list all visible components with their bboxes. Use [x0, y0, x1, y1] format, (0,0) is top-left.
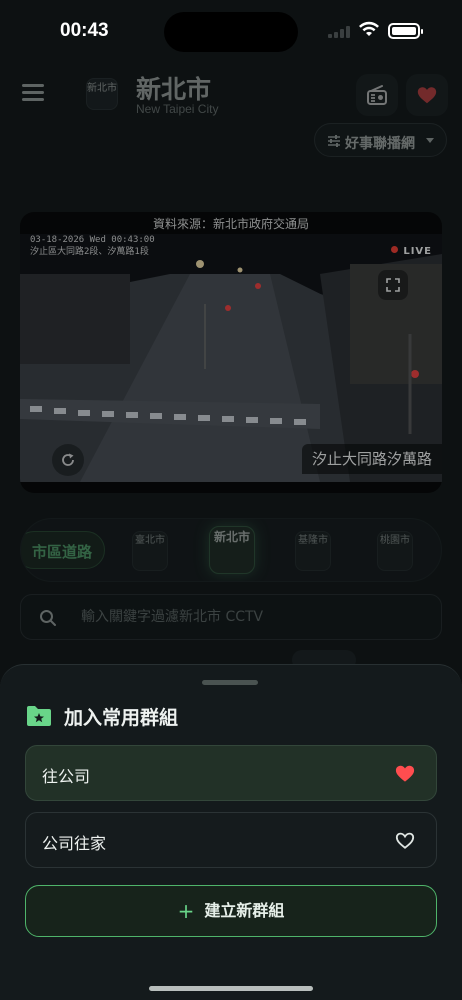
camera-overlay: 03-18-2026 Wed 00:43:00 汐止區大同路2段、汐萬路1段 [30, 234, 155, 258]
city-tabs-bar: 市區道路 臺北市 新北市 基隆市 桃園市 [20, 518, 442, 582]
create-group-button[interactable]: + 建立新群組 [25, 885, 437, 937]
group-item[interactable]: 公司往家 [25, 812, 437, 868]
dynamic-island [164, 12, 298, 52]
live-badge: LIVE [391, 246, 432, 257]
live-label: LIVE [403, 246, 432, 257]
plus-icon: + [177, 899, 195, 923]
fullscreen-icon [386, 278, 400, 292]
camera-timestamp: 03-18-2026 Wed 00:43:00 [30, 235, 155, 245]
home-indicator[interactable] [149, 986, 313, 991]
refresh-button[interactable] [52, 444, 84, 476]
status-time: 00:43 [60, 20, 109, 41]
status-bar: 00:43 [0, 0, 462, 60]
signal-icon [328, 26, 352, 38]
tune-icon [328, 135, 340, 147]
group-item[interactable]: 往公司 [25, 745, 437, 801]
radio-icon [367, 85, 387, 105]
tab-keelung[interactable]: 基隆市 [295, 531, 331, 571]
battery-icon [388, 23, 423, 39]
tab-new-taipei[interactable]: 新北市 [209, 526, 255, 574]
search-icon [40, 610, 56, 626]
refresh-icon [62, 453, 74, 466]
tab-taipei[interactable]: 臺北市 [132, 531, 168, 571]
road-type-chip[interactable]: 市區道路 [21, 531, 105, 569]
road-type-label: 市區道路 [32, 543, 93, 561]
radio-button[interactable] [356, 74, 398, 116]
live-dot-icon [391, 246, 399, 253]
wifi-icon [359, 21, 379, 36]
menu-icon[interactable] [22, 84, 44, 102]
station-label: 好事聯播網 [345, 136, 415, 152]
camera-name: 汐止大同路汐萬路 [301, 444, 442, 474]
favorites-button[interactable] [406, 74, 448, 116]
camera-location: 汐止區大同路2段、汐萬路1段 [30, 247, 149, 257]
sheet-handle[interactable] [202, 680, 258, 685]
heart-filled-icon[interactable] [394, 763, 416, 783]
add-to-group-sheet: 加入常用群組 往公司 公司往家 + 建立新群組 [0, 664, 462, 1000]
folder-star-icon [27, 706, 51, 726]
city-subtitle: New Taipei City [136, 102, 219, 116]
fullscreen-button[interactable] [378, 270, 408, 300]
sheet-title: 加入常用群組 [64, 707, 179, 729]
create-group-label: 建立新群組 [204, 901, 285, 920]
group-name: 往公司 [42, 767, 91, 786]
station-selector[interactable]: 好事聯播網 [314, 123, 447, 157]
search-input[interactable] [81, 595, 431, 639]
city-badge: 新北市 [86, 78, 118, 110]
chevron-down-icon [426, 138, 434, 143]
city-title: 新北市 [136, 75, 212, 104]
search-field[interactable] [20, 594, 442, 640]
tab-taoyuan[interactable]: 桃園市 [377, 531, 413, 571]
camera-card[interactable]: 資料來源：新北市政府交通局 03-18-2026 Wed 00:43:00 汐止… [20, 212, 442, 493]
heart-outline-icon[interactable] [394, 830, 416, 850]
group-name: 公司往家 [42, 834, 107, 853]
camera-source: 資料來源：新北市政府交通局 [152, 217, 309, 231]
heart-icon [417, 87, 437, 104]
